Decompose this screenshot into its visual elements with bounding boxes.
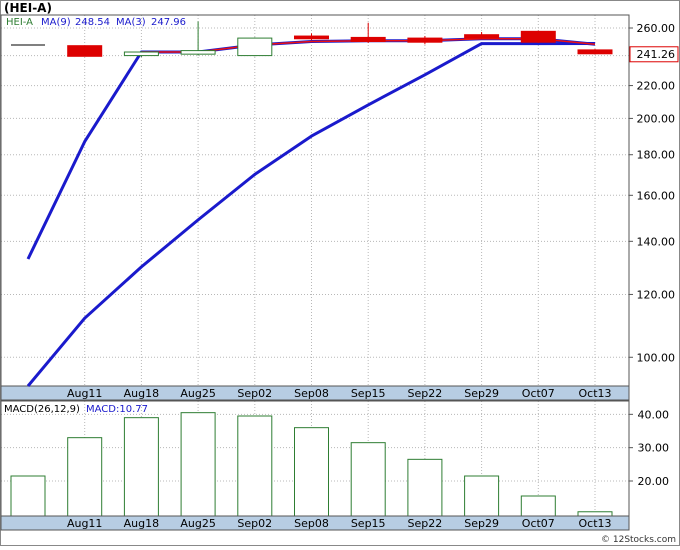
price-y-tick-label: 120.00	[637, 288, 676, 301]
legend-ma3-value: 247.96	[151, 17, 186, 28]
price-y-tick-label: 160.00	[637, 189, 676, 202]
price-y-tick-label: 260.00	[637, 22, 676, 35]
macd-x-tick-label: Sep08	[294, 517, 329, 530]
macd-x-tick-label: Sep22	[408, 517, 443, 530]
candle-body	[350, 36, 386, 43]
macd-x-tick-label: Aug18	[124, 517, 159, 530]
macd-bar	[10, 475, 46, 517]
macd-bar	[67, 437, 103, 517]
macd-bar	[237, 415, 273, 517]
watermark: © 12Stocks.com	[601, 535, 676, 545]
chart-title: (HEI-A)	[4, 1, 52, 15]
price-y-tick-label: 200.00	[637, 112, 676, 125]
macd-x-tick-label: Sep02	[237, 517, 272, 530]
stock-chart: 100.00 120.00 140.00 160.00 180.00 200.00 220.…	[0, 0, 680, 546]
macd-series-label: MACD:10.77	[86, 404, 148, 415]
candle-body	[520, 30, 556, 43]
macd-y-tick-label: 40.00	[638, 408, 670, 421]
macd-bar	[123, 417, 159, 517]
price-x-tick-label: Aug11	[67, 387, 102, 400]
price-y-tick-label: 140.00	[637, 235, 676, 248]
price-x-tick-label: Oct07	[522, 387, 555, 400]
macd-bar	[520, 495, 556, 517]
legend-symbol: HEI-A	[6, 17, 33, 28]
macd-x-tick-label: Sep29	[464, 517, 499, 530]
price-x-tick-label: Aug25	[180, 387, 215, 400]
macd-bar	[350, 442, 386, 517]
macd-title: MACD(26,12,9)	[4, 404, 80, 415]
price-x-tick-label: Sep29	[464, 387, 499, 400]
price-y-tick-label: 180.00	[637, 149, 676, 162]
macd-x-tick-label: Aug25	[180, 517, 215, 530]
macd-bar	[577, 511, 613, 517]
macd-x-tick-label: Oct07	[522, 517, 555, 530]
candle-body	[464, 34, 500, 39]
macd-y-tick-label: 20.00	[638, 475, 670, 488]
macd-y-tick-label: 30.00	[638, 442, 670, 455]
price-x-tick-label: Sep15	[351, 387, 386, 400]
price-x-tick-label: Sep02	[237, 387, 272, 400]
macd-bar	[294, 427, 329, 517]
price-x-tick-label: Sep22	[408, 387, 443, 400]
price-y-tick-label: 100.00	[637, 351, 676, 364]
last-price-box: 241.26	[629, 46, 679, 63]
candle-body	[237, 37, 273, 57]
candle-body	[67, 45, 103, 57]
chart-frame	[0, 0, 680, 546]
price-x-tick-label: Sep08	[294, 387, 329, 400]
macd-bar	[464, 475, 500, 517]
macd-x-tick-label: Sep15	[351, 517, 386, 530]
last-price-label: 241.26	[637, 48, 676, 61]
macd-x-tick-label: Oct13	[578, 517, 611, 530]
candle-body	[180, 50, 216, 55]
macd-x-tick-label: Aug11	[67, 517, 102, 530]
price-x-tick-label: Aug18	[124, 387, 159, 400]
macd-bar	[180, 412, 216, 517]
price-x-tick-label: Oct13	[578, 387, 611, 400]
legend-ma9-label: MA(9)	[41, 17, 71, 28]
macd-bar	[407, 458, 443, 517]
candle-body	[407, 37, 443, 43]
legend-ma9-value: 248.54	[75, 17, 110, 28]
price-y-tick-label: 220.00	[637, 80, 676, 93]
chart-canvas: 100.00 120.00 140.00 160.00 180.00 200.00 220.…	[0, 0, 680, 546]
candle-body	[123, 51, 159, 57]
candle-body	[294, 35, 329, 40]
legend-ma3-label: MA(3)	[116, 17, 146, 28]
candle-body	[577, 49, 613, 55]
